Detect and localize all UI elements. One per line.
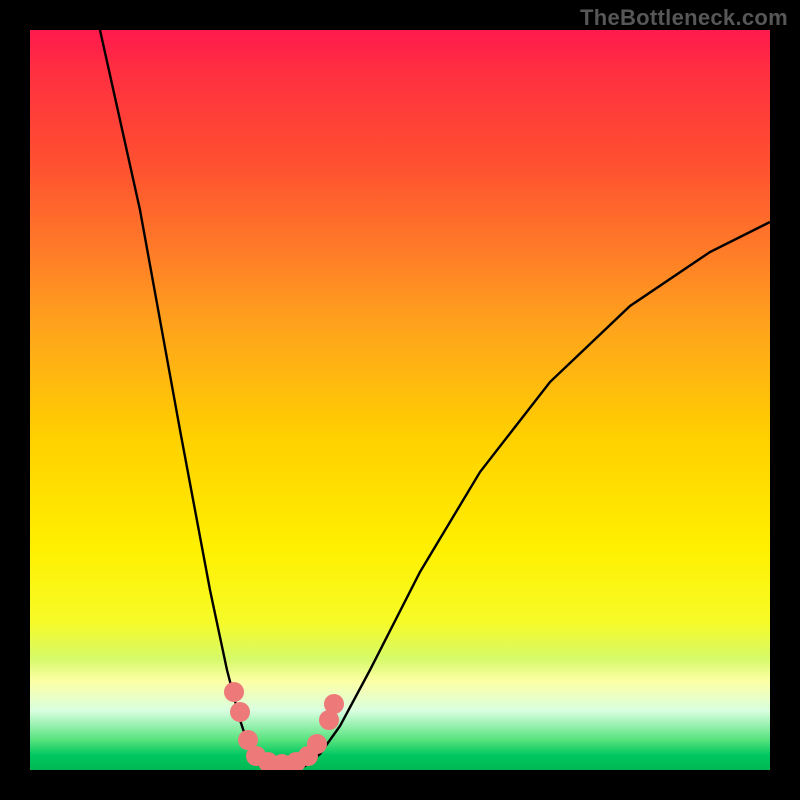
- chart-svg: [30, 30, 770, 770]
- chart-plot-area: [30, 30, 770, 770]
- curve-marker: [307, 734, 327, 754]
- curve-marker: [230, 702, 250, 722]
- curve-marker: [224, 682, 244, 702]
- bottleneck-curve: [100, 30, 770, 770]
- curve-marker: [324, 694, 344, 714]
- chart-container: TheBottleneck.com: [0, 0, 800, 800]
- watermark-text: TheBottleneck.com: [580, 5, 788, 31]
